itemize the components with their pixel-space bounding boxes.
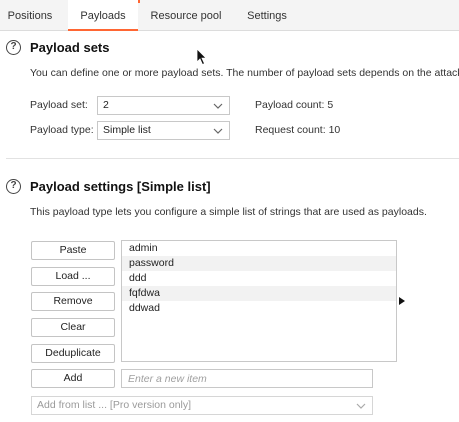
tab-positions[interactable]: Positions (0, 0, 60, 31)
payload-settings-description: This payload type lets you configure a s… (30, 206, 427, 218)
section-divider (6, 158, 459, 159)
clear-button[interactable]: Clear (31, 318, 115, 337)
load-button[interactable]: Load ... (31, 267, 115, 286)
chevron-down-icon (356, 403, 366, 409)
payload-count-label-text: Payload count: (255, 99, 325, 111)
add-from-list-select: Add from list ... [Pro version only] (31, 396, 373, 415)
tab-payloads[interactable]: Payloads (68, 0, 138, 31)
list-item[interactable]: password (122, 256, 396, 271)
payload-count-label: Payload count: 5 (255, 99, 333, 111)
payload-set-select[interactable]: 2 (97, 96, 230, 115)
chevron-down-icon (213, 128, 223, 134)
request-count-label-text: Request count: (255, 124, 326, 136)
payload-type-value: Simple list (103, 124, 151, 136)
help-circle-icon[interactable]: ? (6, 179, 21, 194)
arrow-right-icon[interactable] (399, 297, 405, 305)
tab-settings[interactable]: Settings (236, 0, 298, 31)
payload-type-label: Payload type: (30, 124, 94, 136)
tab-bar: Positions Payloads Resource pool Setting… (0, 0, 459, 31)
add-from-list-value: Add from list ... [Pro version only] (37, 399, 192, 411)
help-circle-icon[interactable]: ? (6, 40, 21, 55)
payload-sets-title: Payload sets (30, 40, 110, 55)
payload-list[interactable]: admin password ddd fqfdwa ddwad (121, 240, 397, 362)
list-item[interactable]: fqfdwa (122, 286, 396, 301)
payload-settings-title: Payload settings [Simple list] (30, 179, 211, 194)
request-count-value: 10 (328, 124, 341, 136)
mouse-cursor-icon (196, 48, 208, 66)
list-item[interactable]: ddwad (122, 301, 396, 316)
chevron-down-icon (213, 103, 223, 109)
paste-button[interactable]: Paste (31, 241, 115, 260)
payload-type-select[interactable]: Simple list (97, 121, 230, 140)
new-item-input[interactable] (121, 369, 373, 388)
add-button[interactable]: Add (31, 369, 115, 388)
list-item[interactable]: admin (122, 241, 396, 256)
payload-count-value: 5 (327, 99, 334, 111)
payload-set-value: 2 (103, 99, 109, 111)
request-count-label: Request count: 10 (255, 124, 340, 136)
tab-resource-pool[interactable]: Resource pool (144, 0, 228, 31)
payload-sets-description: You can define one or more payload sets.… (30, 67, 459, 79)
remove-button[interactable]: Remove (31, 292, 115, 311)
payload-set-label: Payload set: (30, 99, 88, 111)
list-item[interactable]: ddd (122, 271, 396, 286)
deduplicate-button[interactable]: Deduplicate (31, 344, 115, 363)
